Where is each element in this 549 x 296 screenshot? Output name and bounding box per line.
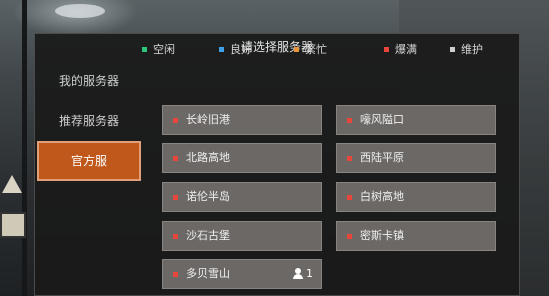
server-item[interactable]: 密斯卡镇 [336, 221, 496, 251]
legend-dot-icon [384, 46, 389, 52]
legend-dot-icon [219, 46, 224, 52]
legend-dot-icon [142, 46, 147, 52]
legend-label: 空闲 [153, 43, 175, 56]
status-full-dot-icon [173, 118, 178, 123]
status-full-dot-icon [347, 234, 352, 239]
legend-item-busy: 繁忙 [294, 43, 327, 57]
status-full-dot-icon [173, 195, 178, 200]
status-full-dot-icon [173, 272, 178, 277]
legend-item-maintenance: 维护 [450, 43, 483, 57]
background-street-lamp [55, 4, 105, 18]
tab-my-servers[interactable]: 我的服务器 [37, 61, 141, 101]
server-item[interactable]: 诺伦半岛 [162, 182, 322, 212]
status-full-dot-icon [347, 195, 352, 200]
background-warning-sign [2, 175, 22, 193]
server-category-tabs: 我的服务器 推荐服务器 官方服 [35, 61, 141, 296]
server-item[interactable]: 北路高地 [162, 143, 322, 173]
dialog-title: 请选择服务器 [240, 40, 313, 54]
server-name: 密斯卡镇 [360, 229, 404, 242]
status-full-dot-icon [173, 156, 178, 161]
server-name: 沙石古堡 [186, 229, 230, 242]
server-item[interactable]: 长岭旧港 [162, 105, 322, 135]
legend-item-good: 良好 [219, 43, 252, 57]
tab-recommended-servers[interactable]: 推荐服务器 [37, 101, 141, 141]
status-full-dot-icon [347, 156, 352, 161]
person-icon [293, 267, 303, 279]
legend-label: 维护 [461, 43, 483, 56]
tab-official-servers[interactable]: 官方服 [37, 141, 141, 181]
server-name: 多贝雪山 [186, 267, 230, 280]
server-name: 诺伦半岛 [186, 190, 230, 203]
legend-dot-icon [450, 46, 455, 52]
legend-item-idle: 空闲 [142, 43, 175, 57]
legend-dot-icon [294, 46, 299, 52]
legend-label: 繁忙 [305, 43, 327, 56]
server-name: 长岭旧港 [186, 113, 230, 126]
player-count-value: 1 [306, 267, 313, 280]
server-name: 北路高地 [186, 151, 230, 164]
server-item[interactable]: 多贝雪山 1 [162, 259, 322, 289]
player-count: 1 [293, 260, 313, 288]
server-item[interactable]: 嚎风隘口 [336, 105, 496, 135]
status-full-dot-icon [347, 118, 352, 123]
server-name: 嚎风隘口 [360, 113, 404, 126]
server-item[interactable]: 白树高地 [336, 182, 496, 212]
server-name: 白树高地 [360, 190, 404, 203]
legend-item-full: 爆满 [384, 43, 417, 57]
status-full-dot-icon [173, 234, 178, 239]
server-item[interactable]: 沙石古堡 [162, 221, 322, 251]
legend-label: 良好 [230, 43, 252, 56]
server-item[interactable]: 西陆平原 [336, 143, 496, 173]
server-name: 西陆平原 [360, 151, 404, 164]
background-road-sign [0, 212, 26, 238]
legend-label: 爆满 [395, 43, 417, 56]
background-lamp-pole [22, 0, 27, 296]
